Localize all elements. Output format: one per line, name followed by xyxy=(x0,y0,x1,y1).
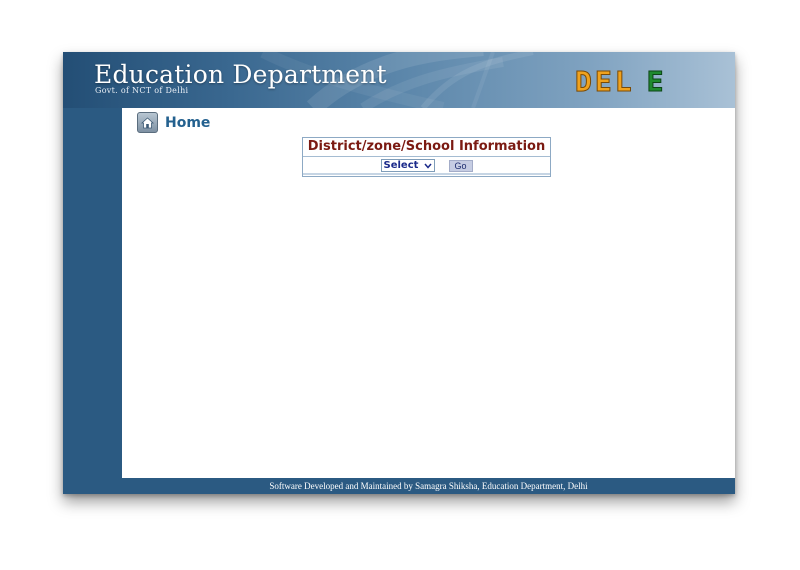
logo-text-primary: DEL xyxy=(575,65,635,99)
home-icon[interactable] xyxy=(137,112,158,133)
panel-title: District/zone/School Information xyxy=(303,138,550,157)
selection-row: Select Go xyxy=(303,157,550,174)
district-info-panel: District/zone/School Information Select … xyxy=(302,137,551,177)
home-label[interactable]: Home xyxy=(165,115,210,131)
del-e-logo: DEL E xyxy=(575,65,667,99)
header-banner: Education Department Govt. of NCT of Del… xyxy=(63,52,735,108)
go-button[interactable]: Go xyxy=(448,159,473,172)
chevron-down-icon xyxy=(423,163,432,169)
main-content: Home District/zone/School Information Se… xyxy=(122,108,735,478)
district-select[interactable]: Select xyxy=(380,159,435,172)
home-link[interactable]: Home xyxy=(137,112,210,133)
footer-credit: Software Developed and Maintained by Sam… xyxy=(122,478,735,494)
logo-text-secondary: E xyxy=(646,65,667,99)
app-window: Education Department Govt. of NCT of Del… xyxy=(63,52,735,494)
left-sidebar xyxy=(63,108,122,494)
panel-bottom-rule xyxy=(303,173,550,175)
site-title: Education Department xyxy=(94,60,387,89)
select-value: Select xyxy=(383,160,419,171)
site-subtitle: Govt. of NCT of Delhi xyxy=(95,86,189,95)
